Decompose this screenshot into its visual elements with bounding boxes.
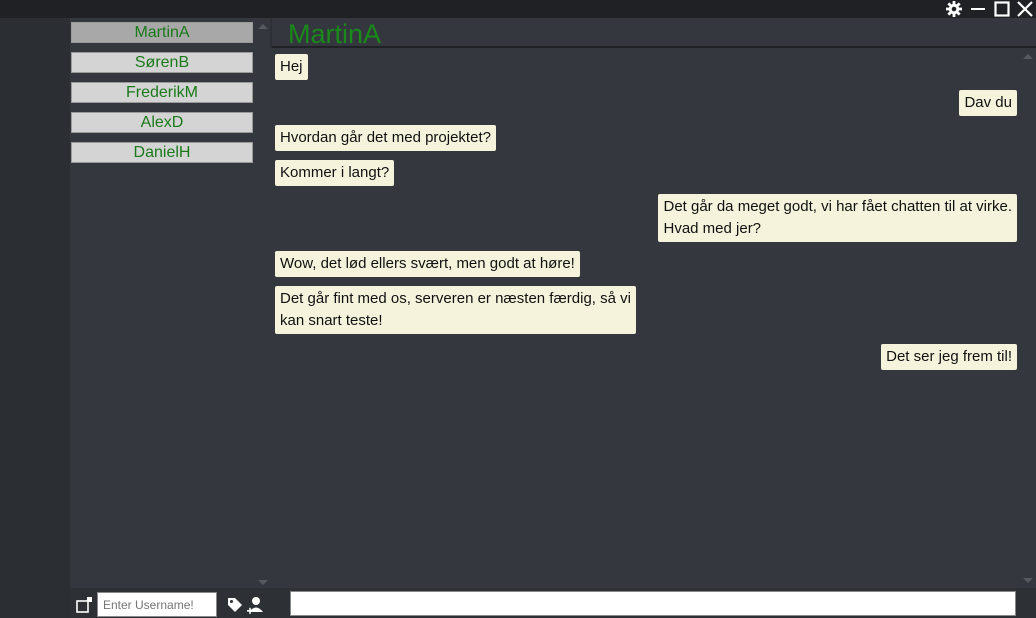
messages-scroll-up[interactable] xyxy=(1023,54,1033,59)
message-text: Det går fint med os, serveren er næsten … xyxy=(280,290,631,307)
message-bubble-outgoing: Dav du xyxy=(959,90,1017,116)
message-area: Hej Dav du Hvordan går det med projektet… xyxy=(270,48,1036,588)
tag-icon[interactable] xyxy=(226,596,244,614)
username-input[interactable] xyxy=(97,592,217,617)
message-text: Det ser jeg frem til! xyxy=(886,348,1012,365)
contact-list: MartinA SørenB FrederikM AlexD DanielH xyxy=(70,18,270,590)
message-text: Wow, det lød ellers svært, men godt at h… xyxy=(280,255,575,272)
message-text: Hej xyxy=(280,58,303,75)
message-bubble-outgoing: Det ser jeg frem til! xyxy=(881,344,1017,370)
contacts-scroll-down[interactable] xyxy=(258,580,268,585)
message-bubble-incoming: Hej xyxy=(275,54,308,80)
title-bar xyxy=(0,0,1036,18)
message-bubble-incoming: Hvordan går det med projektet? xyxy=(275,125,496,151)
message-bubble-incoming: Det går fint med os, serveren er næsten … xyxy=(275,286,636,334)
message-text: Kommer i langt? xyxy=(280,164,390,181)
gear-icon[interactable] xyxy=(943,0,965,18)
messages-scroll-down[interactable] xyxy=(1023,578,1033,583)
contact-item-frederikm[interactable]: FrederikM xyxy=(71,82,253,103)
message-text: kan snart teste! xyxy=(280,312,383,329)
left-strip xyxy=(0,18,70,618)
contact-item-danielh[interactable]: DanielH xyxy=(71,142,253,163)
message-bubble-incoming: Wow, det lød ellers svært, men godt at h… xyxy=(275,251,580,277)
close-icon[interactable] xyxy=(1014,0,1036,18)
contact-item-sorenb[interactable]: SørenB xyxy=(71,52,253,73)
contacts-scroll-up[interactable] xyxy=(258,24,268,29)
message-input[interactable] xyxy=(290,591,1016,616)
add-user-icon[interactable] xyxy=(246,595,266,615)
message-text: Dav du xyxy=(964,94,1012,111)
message-text: Det går da meget godt, vi har fået chatt… xyxy=(663,198,1012,215)
contact-item-martina[interactable]: MartinA xyxy=(71,22,253,43)
contact-item-alexd[interactable]: AlexD xyxy=(71,112,253,133)
minimize-icon[interactable] xyxy=(967,0,989,18)
message-text: Hvad med jer? xyxy=(663,220,762,237)
message-bubble-incoming: Kommer i langt? xyxy=(275,160,395,186)
maximize-icon[interactable] xyxy=(991,0,1013,18)
chat-header: MartinA xyxy=(272,18,1036,49)
new-window-icon[interactable] xyxy=(75,596,93,614)
message-bubble-outgoing: Det går da meget godt, vi har fået chatt… xyxy=(658,194,1017,242)
message-text: Hvordan går det med projektet? xyxy=(280,129,491,146)
chat-title: MartinA xyxy=(288,19,382,49)
